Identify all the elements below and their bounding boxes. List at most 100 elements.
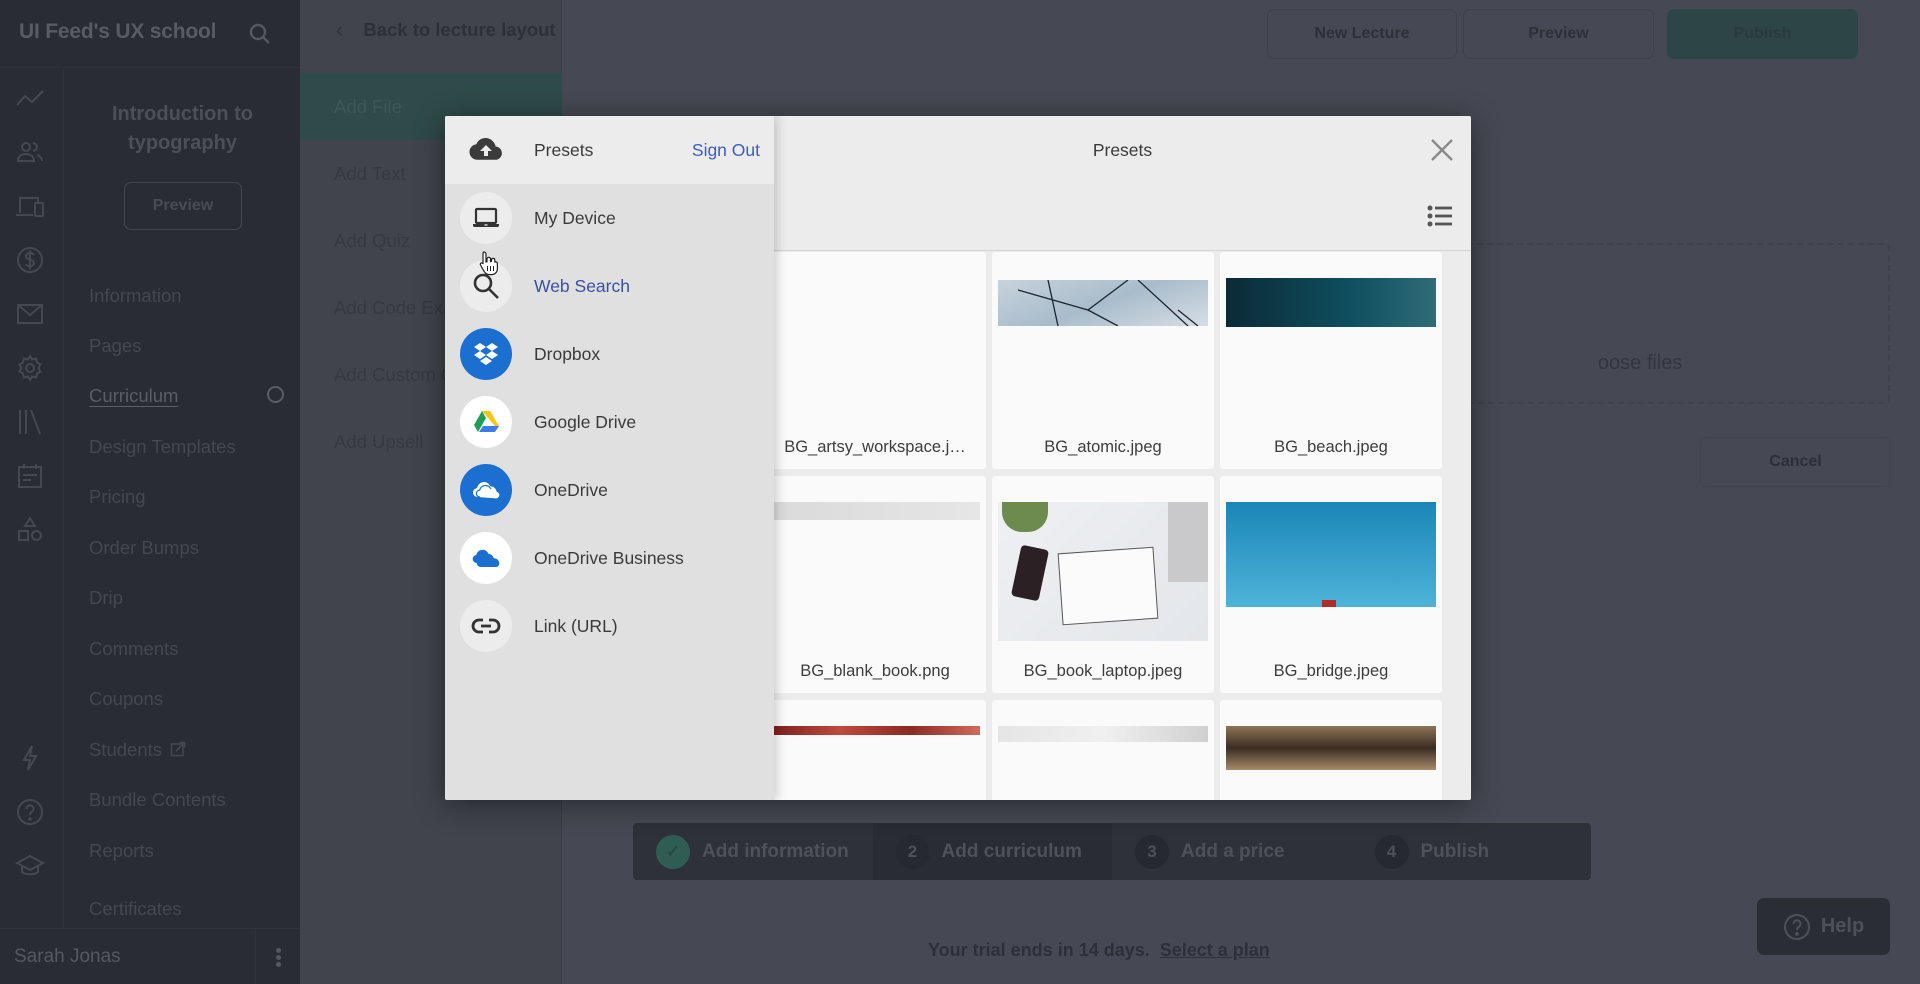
laptop-icon: [460, 192, 512, 244]
search-icon[interactable]: [248, 22, 272, 46]
file-tile[interactable]: [992, 700, 1214, 800]
step-2[interactable]: 2 Add curriculum: [872, 823, 1112, 880]
analytics-icon[interactable]: [12, 80, 48, 116]
nav-item-label: Pages: [89, 335, 142, 356]
course-preview-button[interactable]: Preview: [124, 182, 242, 230]
link-icon: [460, 600, 512, 652]
picker-sidebar-title: Presets: [534, 140, 594, 160]
help-label: Help: [1820, 915, 1865, 937]
nav-item-label: Information: [89, 285, 182, 306]
calendar-icon[interactable]: [12, 458, 48, 494]
nav-item-label: Coupons: [89, 688, 164, 709]
step-3[interactable]: 3 Add a price: [1112, 823, 1352, 880]
nav-item-reports[interactable]: Reports: [89, 840, 154, 862]
source-label: Web Search: [534, 276, 630, 296]
step-label: Add a price: [1181, 840, 1285, 862]
source-dropbox[interactable]: Dropbox: [445, 320, 774, 388]
nav-item-information[interactable]: Information: [89, 285, 182, 307]
file-thumbnail: [1226, 726, 1436, 770]
file-tile[interactable]: BG_blank_book.png: [774, 476, 986, 693]
nav-item-bundle-contents[interactable]: Bundle Contents: [89, 789, 226, 811]
file-tile[interactable]: [1220, 700, 1442, 800]
brand-title: UI Feed's UX school: [19, 20, 217, 43]
course-title: Introduction to typography: [111, 103, 254, 154]
nav-item-curriculum[interactable]: Curriculum: [89, 385, 178, 407]
file-thumbnail: [998, 726, 1208, 742]
chevron-left-icon: ‹: [336, 17, 344, 42]
close-icon[interactable]: [1428, 136, 1456, 164]
file-tile[interactable]: BG_bridge.jpeg: [1220, 476, 1442, 693]
file-tile[interactable]: BG_book_laptop.jpeg: [992, 476, 1214, 693]
nav-item-order-bumps[interactable]: Order Bumps: [89, 537, 199, 559]
step-label: Add information: [702, 840, 849, 862]
nav-item-label: Bundle Contents: [89, 789, 226, 810]
step-4[interactable]: 4 Publish: [1352, 823, 1592, 880]
nav-item-label: Reports: [89, 840, 154, 861]
presets-file-grid: BG_artsy_workspace.j… BG_atomic.jpeg BG_be…: [774, 252, 1471, 800]
step-number: 2: [895, 834, 930, 869]
preview-button[interactable]: Preview: [1463, 9, 1654, 59]
file-picker-modal: Presets Sign Out My Device Web Search Drop…: [445, 116, 1471, 800]
nav-item-label: Drip: [89, 587, 123, 608]
file-name: BG_beach.jpeg: [1274, 438, 1388, 456]
file-thumbnail: [774, 726, 980, 735]
nav-item-label: Curriculum: [89, 385, 179, 406]
source-onedrive-business[interactable]: OneDrive Business: [445, 524, 774, 592]
nav-item-pages[interactable]: Pages: [89, 335, 141, 357]
nav-item-coupons[interactable]: Coupons: [89, 688, 163, 710]
source-google-drive[interactable]: Google Drive: [445, 388, 774, 456]
icon-rail: [0, 68, 64, 928]
list-view-icon[interactable]: [1427, 204, 1453, 228]
nav-item-drip[interactable]: Drip: [89, 587, 123, 609]
picker-sources-sidebar: Presets Sign Out My Device Web Search Drop…: [445, 116, 774, 800]
nav-item-label: Students: [89, 739, 163, 760]
source-onedrive[interactable]: OneDrive: [445, 456, 774, 524]
lightning-icon[interactable]: [12, 740, 48, 776]
select-plan-link[interactable]: Select a plan: [1160, 940, 1270, 960]
picker-main-header: Presets: [774, 116, 1471, 251]
publish-button[interactable]: Publish: [1667, 9, 1858, 59]
help-circle-icon[interactable]: [12, 794, 48, 830]
graduation-cap-icon[interactable]: [12, 848, 48, 884]
source-my-device[interactable]: My Device: [445, 184, 774, 252]
new-lecture-button[interactable]: New Lecture: [1267, 9, 1457, 59]
user-name[interactable]: Sarah Jonas: [14, 946, 121, 968]
source-label: Google Drive: [534, 412, 637, 432]
dollar-icon[interactable]: [12, 242, 48, 278]
nav-item-label: Certificates: [89, 898, 182, 919]
nav-item-students[interactable]: Students: [89, 739, 186, 761]
source-link-url[interactable]: Link (URL): [445, 592, 774, 660]
library-icon[interactable]: [12, 404, 48, 440]
brand-bar: UI Feed's UX school: [0, 0, 300, 68]
mail-icon[interactable]: [12, 296, 48, 332]
step-1[interactable]: ✓ Add information: [633, 823, 873, 880]
help-circle-icon: [1783, 913, 1810, 940]
file-tile[interactable]: [774, 700, 986, 800]
more-vertical-icon: [275, 946, 281, 969]
file-name: BG_blank_book.png: [800, 662, 950, 680]
sign-out-link[interactable]: Sign Out: [692, 140, 760, 161]
file-tile[interactable]: BG_artsy_workspace.j…: [774, 252, 986, 469]
file-tile[interactable]: BG_atomic.jpeg: [992, 252, 1214, 469]
nav-item-comments[interactable]: Comments: [89, 638, 178, 660]
step-label: Add curriculum: [941, 840, 1082, 862]
file-name: BG_book_laptop.jpeg: [1023, 662, 1183, 680]
nav-item-design-templates[interactable]: Design Templates: [89, 436, 236, 458]
nav-item-certificates[interactable]: Certificates: [89, 898, 182, 920]
shapes-icon[interactable]: [12, 512, 48, 548]
users-icon[interactable]: [12, 134, 48, 170]
file-tile[interactable]: BG_beach.jpeg: [1220, 252, 1442, 469]
picker-main-title: Presets: [1092, 140, 1153, 160]
file-thumbnail: [998, 279, 1208, 327]
dropbox-icon: [460, 328, 512, 380]
devices-icon[interactable]: [12, 188, 48, 224]
cancel-button[interactable]: Cancel: [1700, 437, 1891, 487]
user-menu-button[interactable]: [255, 929, 300, 984]
source-label: Link (URL): [534, 616, 618, 636]
settings-icon[interactable]: [12, 350, 48, 386]
help-button[interactable]: Help: [1757, 898, 1890, 955]
nav-item-pricing[interactable]: Pricing: [89, 486, 146, 508]
back-to-lecture-layout-link[interactable]: ‹ Back to lecture layout: [336, 17, 556, 43]
user-bar: Sarah Jonas: [0, 928, 300, 984]
hand-cursor-icon: [479, 251, 498, 276]
